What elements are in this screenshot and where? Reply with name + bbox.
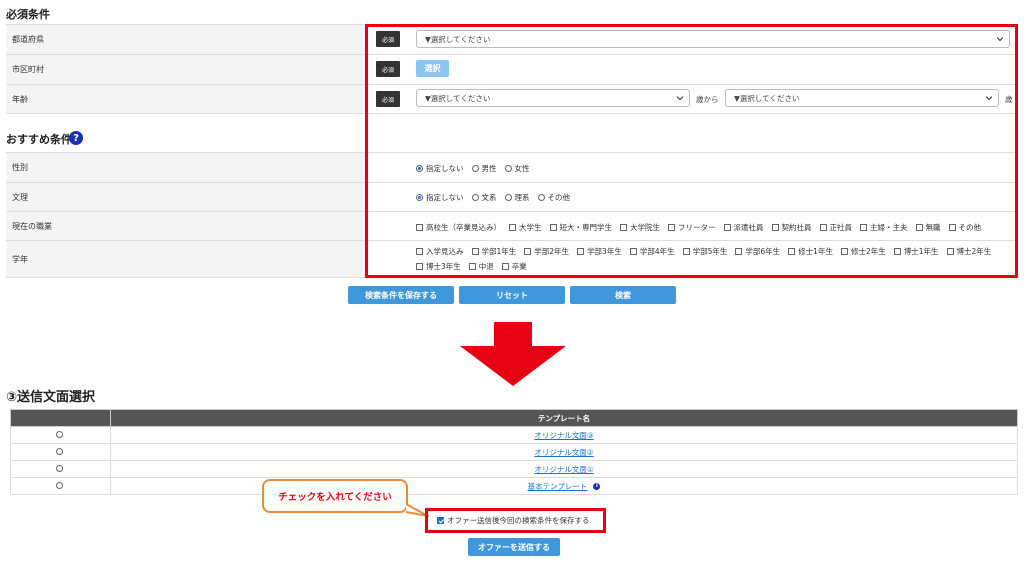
occupation-label: 現在の職業 [6, 212, 366, 240]
radio-icon[interactable] [55, 430, 63, 438]
reset-button[interactable]: リセット [459, 286, 565, 304]
template-link[interactable]: 基本テンプレート [528, 482, 588, 491]
radio-icon[interactable] [55, 464, 63, 472]
search-button[interactable]: 検索 [570, 286, 676, 304]
age-label: 年齢 [6, 85, 366, 113]
arrow-down-icon [460, 322, 566, 386]
save-condition-checkbox-label[interactable]: オファー送信後今回の検索条件を保存する [447, 515, 590, 526]
recommended-section-title: おすすめ条件 [6, 133, 72, 146]
humanities-label: 文理 [6, 183, 366, 211]
callout-bubble: チェックを入れてください [262, 479, 408, 513]
save-conditions-button[interactable]: 検索条件を保存する [348, 286, 454, 304]
required-section-title: 必須条件 [6, 8, 50, 21]
save-condition-checkbox-highlight: オファー送信後今回の検索条件を保存する [425, 508, 606, 533]
table-row: 基本テンプレート i [10, 477, 1018, 495]
city-label: 市区町村 [6, 55, 366, 84]
template-link[interactable]: オリジナル文面① [534, 465, 593, 474]
help-icon[interactable]: ? [69, 131, 83, 145]
grade-label: 学年 [6, 241, 366, 277]
checkbox-checked-icon[interactable] [437, 517, 444, 524]
table-row: オリジナル文面③ [10, 426, 1018, 444]
radio-icon[interactable] [55, 447, 63, 455]
gender-label: 性別 [6, 153, 366, 182]
template-section-title: ③送信文面選択 [6, 390, 96, 405]
table-row: オリジナル文面① [10, 460, 1018, 478]
table-header-select [10, 409, 111, 427]
prefecture-label: 都道府県 [6, 25, 366, 54]
send-offer-button[interactable]: オファーを送信する [468, 538, 560, 556]
radio-icon[interactable] [55, 481, 63, 489]
table-row: オリジナル文面② [10, 443, 1018, 461]
template-link[interactable]: オリジナル文面③ [534, 431, 593, 440]
template-table: テンプレート名 オリジナル文面③ オリジナル文面② オリジナル文面① 基本テンプ… [10, 409, 1018, 495]
table-header-template-name: テンプレート名 [110, 409, 1018, 427]
info-icon[interactable]: i [593, 483, 601, 490]
template-link[interactable]: オリジナル文面② [534, 448, 593, 457]
conditions-highlight-box [365, 24, 1018, 278]
